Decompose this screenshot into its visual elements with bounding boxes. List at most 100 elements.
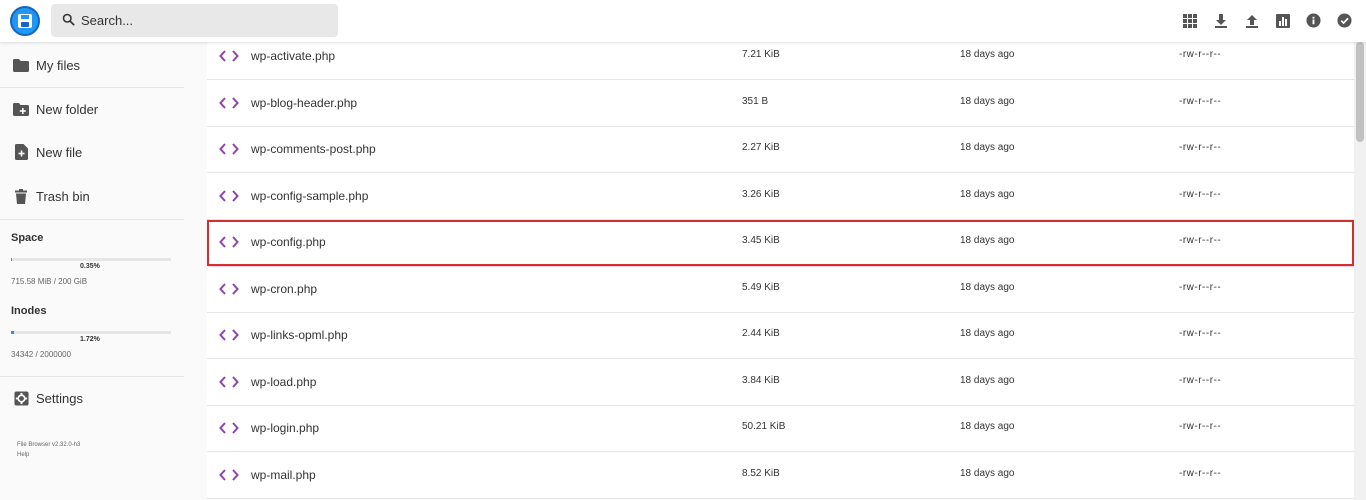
search-box[interactable] xyxy=(51,4,338,37)
header-actions xyxy=(1180,11,1354,31)
file-name: wp-config.php xyxy=(251,235,326,249)
download-icon[interactable] xyxy=(1211,11,1230,30)
file-modified: 18 days ago xyxy=(960,95,1015,107)
settings-gear-icon xyxy=(13,390,29,406)
file-modified: 18 days ago xyxy=(960,328,1015,339)
search-input[interactable] xyxy=(81,4,331,37)
folder-icon xyxy=(13,57,29,73)
sidebar-item-label: New folder xyxy=(36,101,99,117)
file-modified: 18 days ago xyxy=(960,188,1015,200)
code-file-icon xyxy=(219,375,239,388)
file-name: wp-blog-header.php xyxy=(251,95,358,110)
credits: File Browser v2.32.0-h3 Help xyxy=(17,440,80,460)
file-size: 351 B xyxy=(742,95,769,107)
space-progress-fill xyxy=(11,258,12,261)
file-permissions: -rw-r--r-- xyxy=(1179,235,1222,246)
upload-icon[interactable] xyxy=(1242,11,1261,30)
sidebar-item-new-folder[interactable]: New folder xyxy=(0,87,184,131)
sidebar-item-label: My files xyxy=(36,57,81,73)
grid-view-icon[interactable] xyxy=(1180,11,1199,30)
file-permissions: -rw-r--r-- xyxy=(1179,281,1222,293)
file-modified: 18 days ago xyxy=(960,142,1015,153)
table-row[interactable]: wp-config-sample.php 3.26 KiB 18 days ago -… xyxy=(207,173,1354,220)
file-permissions: -rw-r--r-- xyxy=(1179,328,1222,339)
file-permissions: -rw-r--r-- xyxy=(1179,49,1222,60)
file-name: wp-cron.php xyxy=(251,281,318,296)
sidebar-item-label: Settings xyxy=(36,390,83,406)
file-permissions: -rw-r--r-- xyxy=(1179,421,1222,432)
sidebar-item-my-files[interactable]: My files xyxy=(0,43,184,87)
file-name: wp-activate.php xyxy=(251,49,336,63)
sidebar-item-trash-bin[interactable]: Trash bin xyxy=(0,174,184,218)
new-file-icon xyxy=(13,144,29,160)
space-percent: 0.35% xyxy=(80,263,100,270)
file-listing: wp-activate.php 7.21 KiB 18 days ago -rw-r-… xyxy=(207,34,1354,500)
file-name: wp-links-opml.php xyxy=(251,328,348,342)
file-size: 3.45 KiB xyxy=(742,235,780,246)
scrollbar[interactable] xyxy=(1354,42,1366,500)
file-modified: 18 days ago xyxy=(960,467,1015,479)
sidebar-item-settings[interactable]: Settings xyxy=(0,376,184,420)
file-name: wp-comments-post.php xyxy=(251,142,376,156)
file-size: 2.44 KiB xyxy=(742,328,780,339)
sidebar-item-label: New file xyxy=(36,144,83,160)
file-name: wp-config-sample.php xyxy=(251,188,369,203)
table-row[interactable]: wp-comments-post.php 2.27 KiB 18 days ago -… xyxy=(207,127,1354,173)
table-row-selected[interactable]: wp-config.php 3.45 KiB 18 days ago -rw-r--r… xyxy=(207,220,1354,266)
file-modified: 18 days ago xyxy=(960,374,1015,386)
scrollbar-thumb[interactable] xyxy=(1356,42,1364,142)
info-chart-icon[interactable] xyxy=(1273,11,1292,30)
table-row[interactable]: wp-mail.php 8.52 KiB 18 days ago -rw-r--r-- xyxy=(207,452,1354,499)
divider xyxy=(0,219,184,220)
file-permissions: -rw-r--r-- xyxy=(1179,142,1222,153)
select-check-icon[interactable] xyxy=(1335,11,1354,30)
inodes-value: 34342 / 2000000 xyxy=(11,350,72,359)
inodes-progress-fill xyxy=(11,331,14,334)
file-permissions: -rw-r--r-- xyxy=(1179,467,1222,479)
code-file-icon xyxy=(219,50,239,62)
sidebar-item-label: Trash bin xyxy=(36,188,90,204)
version-link[interactable]: File Browser v2.32.0-h3 xyxy=(17,440,80,450)
file-size: 7.21 KiB xyxy=(742,49,780,60)
code-file-icon xyxy=(219,468,239,481)
table-row[interactable]: wp-blog-header.php 351 B 18 days ago -rw-r-… xyxy=(207,80,1354,127)
space-value: 715.58 MiB / 200 GiB xyxy=(11,277,88,286)
file-permissions: -rw-r--r-- xyxy=(1179,95,1222,107)
file-name: wp-mail.php xyxy=(251,467,316,482)
file-permissions: -rw-r--r-- xyxy=(1179,374,1222,386)
file-browser-logo[interactable] xyxy=(10,6,40,36)
new-folder-icon xyxy=(13,101,29,117)
trash-icon xyxy=(13,188,29,204)
code-file-icon xyxy=(219,282,239,295)
code-file-icon xyxy=(219,422,239,434)
code-file-icon xyxy=(219,329,239,341)
code-file-icon xyxy=(219,236,239,248)
file-size: 2.27 KiB xyxy=(742,142,780,153)
inodes-progress-bar xyxy=(11,331,171,334)
code-file-icon xyxy=(219,189,239,202)
file-size: 5.49 KiB xyxy=(742,281,780,293)
file-size: 3.84 KiB xyxy=(742,374,780,386)
search-icon xyxy=(62,13,75,26)
file-name: wp-load.php xyxy=(251,374,317,389)
space-title: Space xyxy=(11,232,44,244)
file-modified: 18 days ago xyxy=(960,49,1015,60)
inodes-title: Inodes xyxy=(11,305,47,317)
file-name: wp-login.php xyxy=(251,421,320,435)
code-file-icon xyxy=(219,143,239,155)
sidebar: My files New folder New file Trash bin S… xyxy=(0,42,184,500)
file-modified: 18 days ago xyxy=(960,281,1015,293)
code-file-icon xyxy=(219,96,239,109)
file-permissions: -rw-r--r-- xyxy=(1179,188,1222,200)
help-link[interactable]: Help xyxy=(17,450,80,460)
table-row[interactable]: wp-cron.php 5.49 KiB 18 days ago -rw-r--r-- xyxy=(207,266,1354,313)
file-modified: 18 days ago xyxy=(960,421,1015,432)
info-icon[interactable] xyxy=(1304,11,1323,30)
file-size: 8.52 KiB xyxy=(742,467,780,479)
file-size: 3.26 KiB xyxy=(742,188,780,200)
table-row[interactable]: wp-login.php 50.21 KiB 18 days ago -rw-r--r… xyxy=(207,406,1354,452)
sidebar-item-new-file[interactable]: New file xyxy=(0,130,184,174)
table-row[interactable]: wp-load.php 3.84 KiB 18 days ago -rw-r--r-- xyxy=(207,359,1354,406)
table-row[interactable]: wp-links-opml.php 2.44 KiB 18 days ago -rw-… xyxy=(207,313,1354,359)
file-size: 50.21 KiB xyxy=(742,421,786,432)
